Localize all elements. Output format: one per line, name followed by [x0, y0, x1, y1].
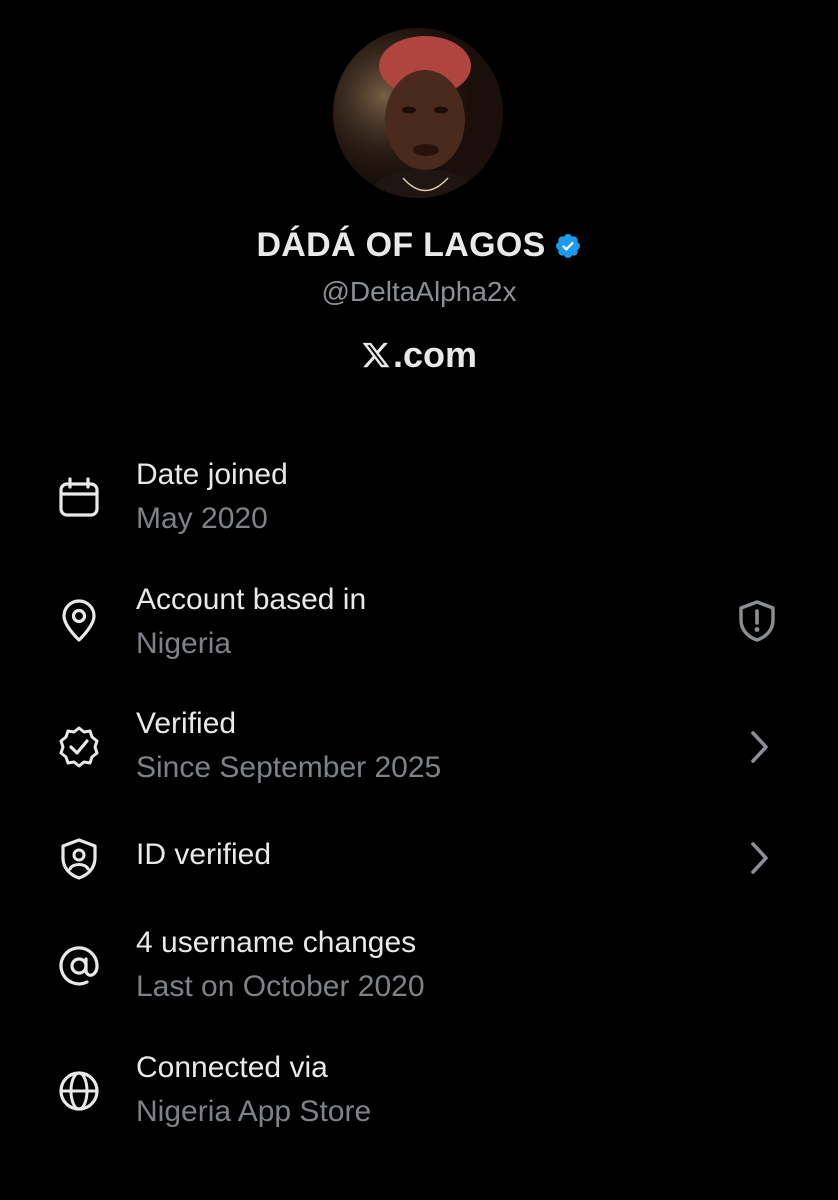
row-subtitle: Since September 2025 [136, 751, 442, 784]
row-title: Account based in [136, 583, 367, 616]
verified-badge-icon[interactable] [554, 232, 582, 260]
row-subtitle: May 2020 [136, 502, 268, 535]
row-subtitle: Last on October 2020 [136, 970, 425, 1003]
location-pin-icon [56, 598, 102, 644]
row-title: ID verified [136, 838, 272, 871]
verified-check-icon [56, 724, 102, 770]
profile-name-row: DÁDÁ OF LAGOS [0, 226, 838, 270]
avatar[interactable] [333, 28, 503, 198]
row-date-joined: Date joined May 2020 [0, 458, 838, 548]
calendar-icon [56, 475, 102, 521]
row-subtitle: Nigeria [136, 627, 232, 660]
row-connected-via: Connected via Nigeria App Store [0, 1051, 838, 1141]
row-username-changes: 4 username changes Last on October 2020 [0, 926, 838, 1016]
username-handle: @DeltaAlpha2x [321, 276, 517, 307]
x-logo-icon [361, 338, 391, 370]
website-link[interactable]: .com [0, 334, 838, 376]
row-id-verified[interactable]: ID verified [0, 836, 838, 886]
row-title: Connected via [136, 1051, 328, 1084]
row-title: Date joined [136, 458, 288, 491]
row-title: Verified [136, 707, 237, 740]
globe-icon [56, 1068, 102, 1114]
display-name: DÁDÁ OF LAGOS [256, 226, 546, 264]
row-title: 4 username changes [136, 926, 417, 959]
row-subtitle: Nigeria App Store [136, 1095, 372, 1128]
at-sign-icon [56, 943, 102, 989]
about-account-page: DÁDÁ OF LAGOS @DeltaAlpha2x .com Date jo… [0, 0, 838, 1200]
chevron-right-icon[interactable] [744, 838, 774, 878]
shield-alert-icon[interactable] [734, 598, 780, 644]
row-verified[interactable]: Verified Since September 2025 [0, 707, 838, 797]
row-account-based-in: Account based in Nigeria [0, 583, 838, 673]
id-shield-icon [56, 836, 102, 882]
website-link-text: .com [392, 334, 478, 375]
avatar-image [333, 28, 503, 198]
chevron-right-icon[interactable] [744, 727, 774, 767]
